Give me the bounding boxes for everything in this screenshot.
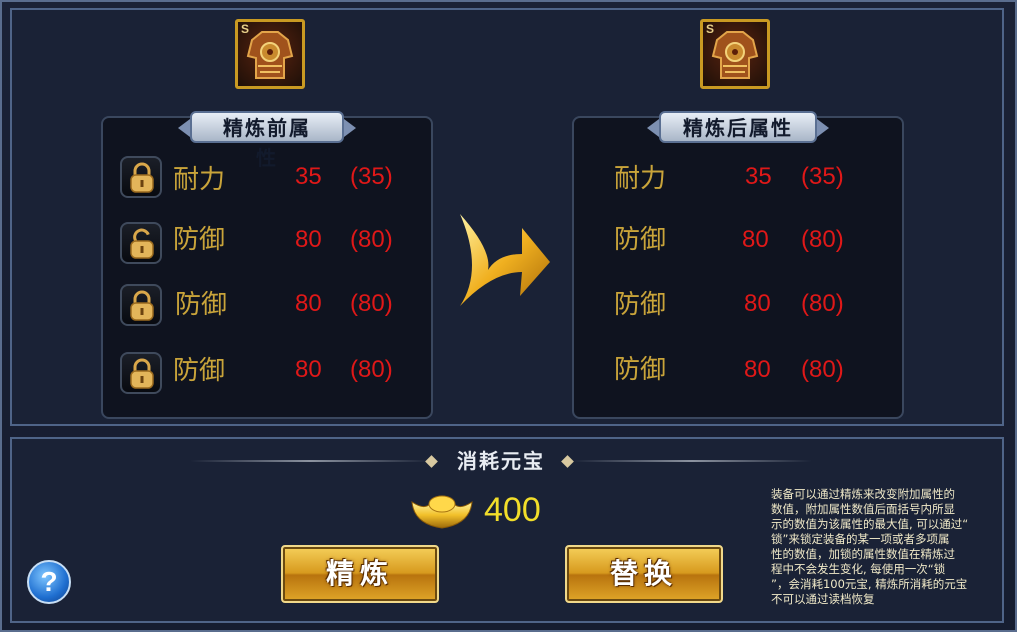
equipment-slot-before[interactable]: S: [235, 19, 305, 89]
after-attr-max-1: (35): [801, 163, 844, 190]
before-attr-max-4: (80): [350, 356, 393, 383]
lock-toggle-2[interactable]: [120, 222, 162, 264]
cost-divider-right: [572, 460, 812, 462]
after-attr-max-2: (80): [801, 226, 844, 253]
arrow-right-icon: [460, 214, 550, 306]
refine-info-text: 装备可以通过精炼来改变附加属性的 数值，附加属性数值后面括号内所显 示的数值为该…: [771, 487, 969, 606]
after-attr-value-4: 80: [744, 356, 771, 383]
lock-icon: [130, 358, 154, 389]
before-attr-name-1: 耐力: [173, 165, 226, 195]
after-attr-max-3: (80): [801, 290, 844, 317]
armor-icon: [246, 31, 294, 79]
equipment-slot-after[interactable]: S: [700, 19, 770, 89]
after-attr-name-4: 防御: [614, 355, 667, 385]
after-attr-value-3: 80: [744, 290, 771, 317]
replace-button[interactable]: 替换: [565, 545, 723, 603]
before-attr-name-4: 防御: [173, 356, 226, 386]
lock-toggle-1[interactable]: [120, 156, 162, 198]
before-attr-max-1: (35): [350, 163, 393, 190]
lock-toggle-3[interactable]: [120, 284, 162, 326]
after-title: 精炼后属性: [647, 111, 829, 143]
before-attr-value-3: 80: [295, 290, 322, 317]
lock-icon: [130, 290, 154, 321]
after-attr-value-1: 35: [745, 163, 772, 190]
before-title: 精炼前属性: [178, 111, 356, 170]
refine-button[interactable]: 精炼: [281, 545, 439, 603]
help-button[interactable]: ?: [27, 560, 71, 604]
before-attr-name-2: 防御: [173, 225, 226, 255]
unlock-icon: [130, 228, 154, 259]
cost-title: 消耗元宝: [457, 449, 545, 473]
before-attr-name-3: 防御: [175, 290, 228, 320]
after-attr-name-1: 耐力: [614, 164, 667, 194]
before-attr-value-2: 80: [295, 226, 322, 253]
after-attr-name-3: 防御: [614, 290, 667, 320]
after-attr-value-2: 80: [742, 226, 769, 253]
after-attr-name-2: 防御: [614, 225, 667, 255]
lock-toggle-4[interactable]: [120, 352, 162, 394]
lock-icon: [130, 162, 154, 193]
before-attr-max-2: (80): [350, 226, 393, 253]
before-attr-max-3: (80): [350, 290, 393, 317]
gold-ingot-icon: [411, 495, 473, 529]
cost-divider-left: [190, 460, 430, 462]
after-attr-max-4: (80): [801, 356, 844, 383]
armor-icon: [711, 31, 759, 79]
before-attr-value-1: 35: [295, 163, 322, 190]
before-attr-value-4: 80: [295, 356, 322, 383]
cost-amount: 400: [484, 491, 541, 529]
